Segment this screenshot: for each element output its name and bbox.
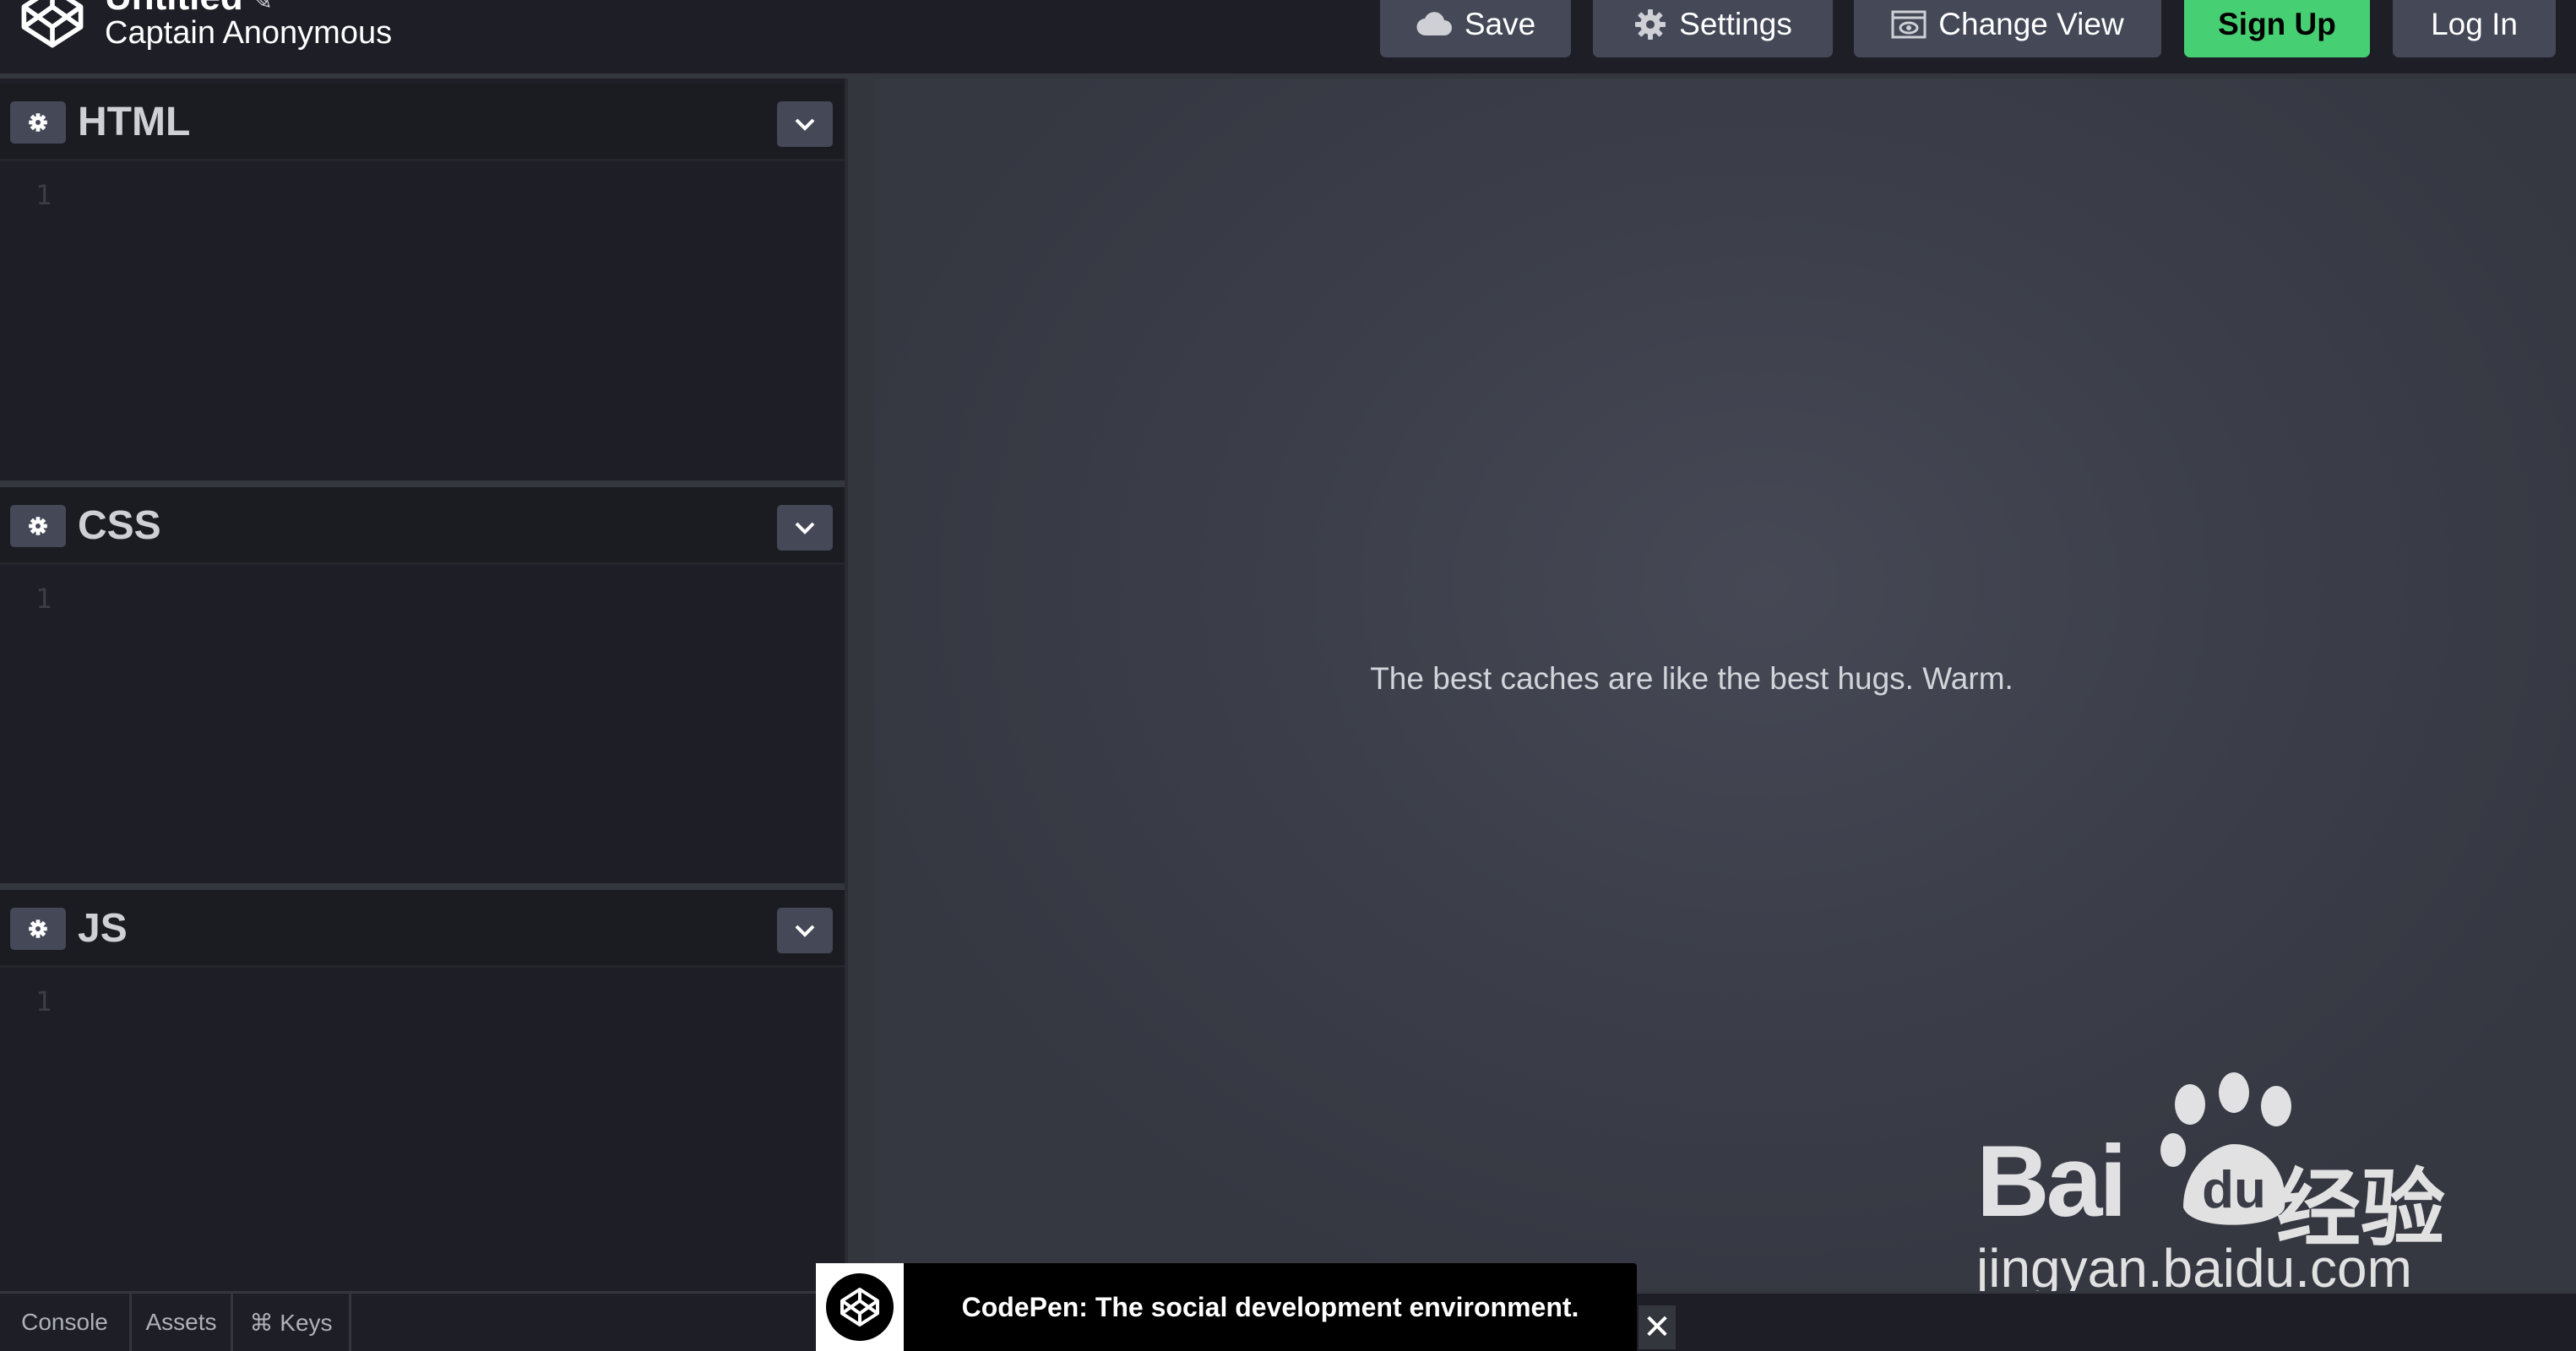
css-settings-button[interactable] — [10, 505, 66, 547]
pencil-icon[interactable]: ✎ — [252, 0, 273, 15]
line-number: 1 — [35, 985, 52, 1017]
settings-button[interactable]: Settings — [1593, 0, 1833, 57]
sign-up-button[interactable]: Sign Up — [2184, 0, 2370, 57]
keys-tab[interactable]: ⌘ Keys — [233, 1294, 351, 1351]
js-editor[interactable]: JS 1 — [0, 890, 845, 1291]
gear-icon — [29, 920, 47, 938]
html-collapse-button[interactable] — [777, 101, 833, 147]
html-settings-button[interactable] — [10, 101, 66, 144]
cloud-icon — [1416, 12, 1452, 36]
close-icon[interactable]: ✕ — [1639, 1305, 1676, 1349]
css-editor-header: CSS — [0, 487, 845, 565]
sign-up-label: Sign Up — [2218, 7, 2336, 41]
chevron-down-icon — [795, 522, 815, 534]
chevron-down-icon — [795, 925, 815, 937]
view-layout-icon — [1891, 10, 1927, 39]
js-editor-header: JS — [0, 890, 845, 968]
html-editor-header: HTML — [0, 84, 845, 161]
editor-resizer[interactable] — [0, 480, 845, 487]
save-button[interactable]: Save — [1380, 0, 1571, 57]
watermark-url: jingyan.baidu.com — [1976, 1238, 2412, 1299]
chevron-down-icon — [795, 118, 815, 131]
css-editor-title: CSS — [78, 503, 161, 548]
pen-owner: Captain Anonymous — [105, 15, 393, 51]
js-editor-title: JS — [78, 906, 128, 951]
line-number: 1 — [35, 179, 52, 211]
log-in-button[interactable]: Log In — [2393, 0, 2556, 57]
editor-resizer[interactable] — [0, 883, 845, 890]
js-collapse-button[interactable] — [777, 908, 833, 953]
html-editor-title: HTML — [78, 100, 191, 144]
preview-message: The best caches are like the best hugs. … — [1370, 661, 2014, 696]
codepen-logo-icon — [840, 1288, 879, 1327]
header: Untitled✎ Captain Anonymous Save Setting… — [0, 0, 2576, 79]
toast-message: CodePen: The social development environm… — [961, 1291, 1579, 1322]
change-view-label: Change View — [1938, 7, 2124, 41]
codepen-logo-icon[interactable] — [19, 0, 86, 51]
save-label: Save — [1464, 7, 1536, 41]
editors-column: HTML 1 CSS 1 JS 1 — [0, 84, 845, 1291]
editor-preview-splitter[interactable] — [845, 79, 875, 1291]
html-editor[interactable]: HTML 1 — [0, 84, 845, 480]
change-view-button[interactable]: Change View — [1854, 0, 2161, 57]
gear-icon — [29, 517, 47, 535]
baidu-watermark: Bai du 经验 jingyan.baidu.com — [1976, 1072, 2483, 1300]
assets-tab[interactable]: Assets — [132, 1294, 233, 1351]
settings-label: Settings — [1679, 7, 1792, 41]
js-settings-button[interactable] — [10, 908, 66, 950]
log-in-label: Log In — [2431, 7, 2518, 41]
watermark-bai: Bai — [1976, 1125, 2128, 1238]
line-number: 1 — [35, 583, 52, 615]
css-collapse-button[interactable] — [777, 505, 833, 551]
toast-logo — [816, 1263, 904, 1351]
css-editor[interactable]: CSS 1 — [0, 487, 845, 883]
gear-icon — [29, 113, 47, 132]
console-tab[interactable]: Console — [0, 1294, 132, 1351]
promo-toast[interactable]: CodePen: The social development environm… — [816, 1263, 1637, 1351]
watermark-du: du — [2202, 1161, 2266, 1219]
gear-icon — [1635, 9, 1666, 40]
